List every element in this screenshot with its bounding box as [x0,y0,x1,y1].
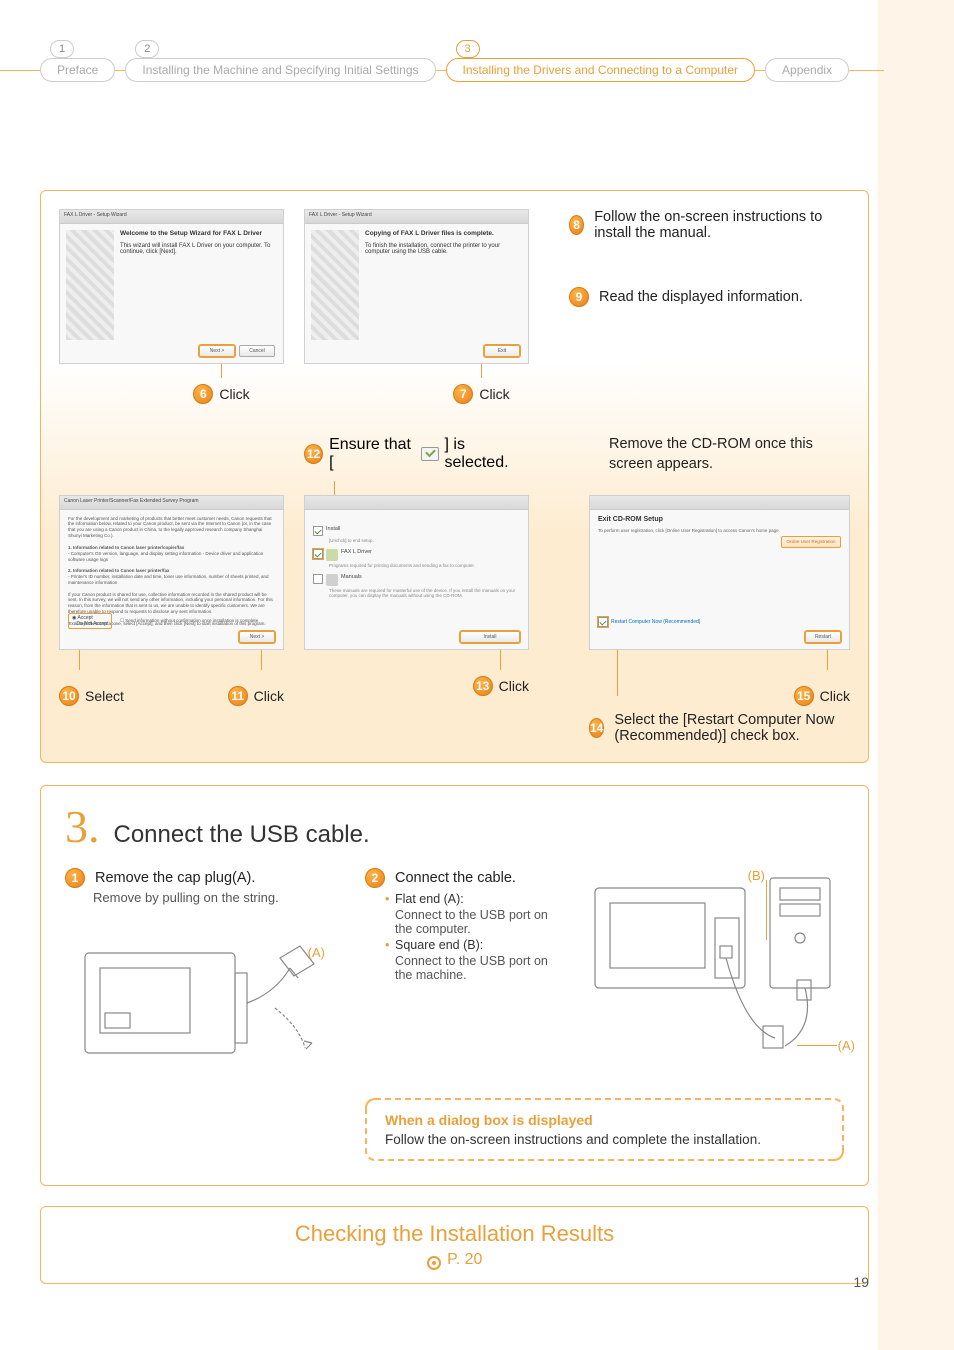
note-title: When a dialog box is displayed [385,1112,824,1128]
checking-results-panel: Checking the Installation Results P. 20 [40,1206,869,1284]
step-8-text: Follow the on-screen instructions to ins… [594,209,850,241]
step-12-pre: Ensure that [ [329,436,415,472]
wizard-complete-screenshot: FAX L Driver - Setup Wizard Copying of F… [304,209,529,364]
manuals-checkbox[interactable] [313,574,323,584]
step-7-label: Click [479,386,509,402]
step-10-badge: 10 [59,686,79,706]
breadcrumb-item-installing-drivers[interactable]: 3 Installing the Drivers and Connecting … [446,58,755,82]
usb-step-1-badge: 1 [65,868,85,888]
remove-cd-text: Remove the CD-ROM once this screen appea… [609,434,850,475]
usb-connection-illustration: (B) (A) [575,868,855,1088]
note-body: Follow the on-screen instructions and co… [385,1132,824,1147]
online-registration-button[interactable]: Online User Registration [781,536,841,548]
breadcrumb-label-preface: Preface [40,58,115,82]
step-12-badge: 12 [304,444,323,464]
manual-icon [326,574,338,586]
breadcrumb-num-2: 2 [135,40,159,58]
restart-button[interactable]: Restart [805,631,841,643]
step-15-badge: 15 [794,686,814,706]
step-9-badge: 9 [569,287,589,307]
usb-step-2-badge: 2 [365,868,385,888]
step-13-label: Click [499,678,529,694]
step-6-label: Click [219,386,249,402]
section-3-heading: Connect the USB cable. [114,821,370,849]
install-checkbox[interactable] [313,526,323,536]
label-a-1: (A) [308,945,325,960]
breadcrumb-item-installing-machine[interactable]: 2 Installing the Machine and Specifying … [125,58,435,82]
step-10-label: Select [85,688,124,704]
bullet-flat-end: Flat end (A): [385,892,555,906]
step-13-badge: 13 [473,676,493,696]
install-steps-panel: FAX L Driver - Setup Wizard Welcome to t… [40,190,869,763]
restart-checkbox[interactable] [598,617,608,627]
step-8-badge: 8 [569,215,584,235]
step-15-label: Click [820,688,850,704]
breadcrumb-num-3: 3 [456,40,480,58]
page-number: 19 [853,1274,869,1290]
breadcrumb-label-installing-drivers: Installing the Drivers and Connecting to… [446,58,755,82]
checkmark-icon [421,447,438,461]
bullet-flat-end-sub: Connect to the USB port on the computer. [385,908,555,936]
wizard-welcome-screenshot: FAX L Driver - Setup Wizard Welcome to t… [59,209,284,364]
driver-icon [326,549,338,561]
page-ref-icon [427,1256,441,1270]
breadcrumb-label-installing-machine: Installing the Machine and Specifying In… [125,58,435,82]
exit-setup-screenshot: Exit CD-ROM Setup To perform user regist… [589,495,850,650]
usb-step-1-sub: Remove by pulling on the string. [93,890,345,905]
install-button[interactable]: Install [460,631,520,643]
usb-step-1-title: Remove the cap plug(A). [95,870,255,886]
printer-cap-illustration: (A) [75,913,335,1073]
breadcrumb-label-appendix: Appendix [765,58,849,82]
step-14-badge: 14 [589,718,604,738]
breadcrumb-num-1: 1 [50,40,74,58]
bullet-square-end-sub: Connect to the USB port on the machine. [385,954,555,982]
connect-usb-panel: 3. Connect the USB cable. 1 Remove the c… [40,785,869,1186]
section-3-number: 3. [65,804,100,850]
breadcrumb: 1 Preface 2 Installing the Machine and S… [0,50,884,90]
bullet-square-end: Square end (B): [385,938,555,952]
step-12-post: ] is selected. [445,436,530,472]
step-14-text: Select the [Restart Computer Now (Recomm… [614,712,850,744]
usb-step-2-title: Connect the cable. [395,870,516,886]
fax-driver-checkbox[interactable] [313,549,323,559]
wizard-exit-button[interactable]: Exit [484,345,520,357]
step-11-badge: 11 [228,686,248,706]
label-b: (B) [748,868,765,883]
dialog-box-note: When a dialog box is displayed Follow th… [365,1098,844,1161]
breadcrumb-item-appendix[interactable]: Appendix [765,58,849,82]
checking-results-title: Checking the Installation Results [55,1221,854,1247]
wizard-next-button[interactable]: Next > [199,345,235,357]
step-9-text: Read the displayed information. [599,289,803,305]
wizard-cancel-button[interactable]: Cancel [239,345,275,357]
label-a-2: (A) [838,1038,855,1053]
license-next-button[interactable]: Next > [239,631,275,643]
license-agreement-screenshot: Canon Laser Printer/Scanner/Fax Extended… [59,495,284,650]
select-items-screenshot: Install [Unchck] to end setup. FAX L Dri… [304,495,529,650]
step-7-badge: 7 [453,384,473,404]
step-6-badge: 6 [193,384,213,404]
checking-results-page-ref: P. 20 [55,1251,854,1269]
breadcrumb-item-preface[interactable]: 1 Preface [40,58,115,82]
step-11-label: Click [254,688,284,704]
